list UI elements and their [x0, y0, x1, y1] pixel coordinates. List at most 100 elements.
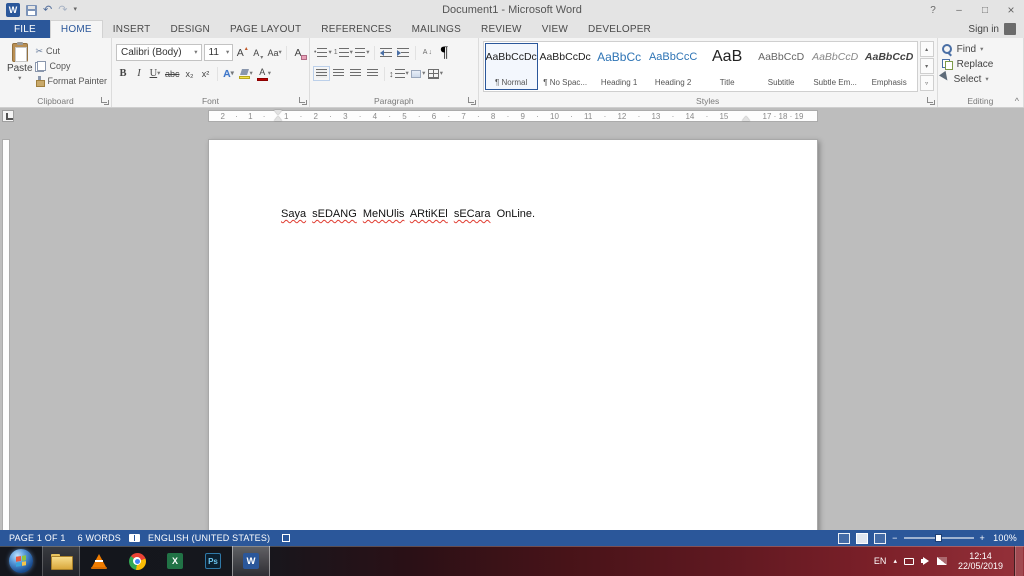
close-button[interactable]: ×	[998, 0, 1024, 20]
grow-font-button[interactable]: A ▴	[235, 45, 249, 61]
select-button[interactable]: Select ▾	[938, 70, 1019, 87]
font-color-button[interactable]: A ▾	[256, 66, 272, 82]
language-switcher[interactable]: EN	[874, 556, 887, 566]
document-word[interactable]: Saya	[281, 208, 306, 220]
sort-button[interactable]: A ↓	[420, 45, 435, 61]
volume-icon[interactable]	[920, 556, 930, 566]
taskbar-word-button[interactable]: W	[232, 546, 270, 576]
line-spacing-button[interactable]: ↕ ▾	[389, 66, 409, 82]
tab-mailings[interactable]: MAILINGS	[402, 20, 471, 38]
zoom-slider[interactable]	[903, 534, 974, 542]
page-indicator[interactable]: PAGE 1 OF 1	[3, 533, 72, 543]
tab-references[interactable]: REFERENCES	[311, 20, 401, 38]
proofing-status-icon[interactable]	[128, 534, 140, 542]
superscript-button[interactable]: x²	[199, 66, 213, 82]
taskbar-photoshop-button[interactable]: Ps	[194, 546, 232, 576]
first-line-indent-marker[interactable]	[274, 110, 282, 115]
document-word[interactable]: OnLine.	[497, 208, 536, 220]
zoom-level[interactable]: 100%	[991, 533, 1017, 543]
styles-dialog-launcher-icon[interactable]	[926, 96, 935, 105]
align-center-button[interactable]	[331, 66, 346, 82]
copy-button[interactable]: Copy	[35, 60, 107, 72]
help-button[interactable]: ?	[920, 0, 946, 20]
redo-icon[interactable]: ↷	[58, 3, 67, 17]
increase-indent-button[interactable]	[396, 45, 411, 61]
style-no-spacing[interactable]: AaBbCcDc ¶ No Spac...	[539, 43, 592, 90]
network-icon[interactable]	[936, 557, 947, 565]
zoom-out-button[interactable]: −	[892, 533, 897, 543]
justify-button[interactable]	[365, 66, 380, 82]
start-button[interactable]	[0, 546, 42, 576]
maximize-button[interactable]: □	[972, 0, 998, 20]
replace-button[interactable]: Replace	[941, 57, 1019, 72]
paste-dropdown-icon[interactable]: ▾	[18, 75, 21, 83]
minimize-button[interactable]: –	[946, 0, 972, 20]
style-title[interactable]: AaB Title	[701, 43, 754, 90]
style-normal[interactable]: AaBbCcDc ¶ Normal	[484, 43, 538, 90]
web-layout-button[interactable]	[874, 532, 887, 544]
read-mode-button[interactable]	[838, 532, 851, 544]
clear-formatting-button[interactable]: A	[291, 45, 307, 61]
font-size-dropdown-icon[interactable]: ▾	[223, 49, 229, 57]
zoom-slider-thumb[interactable]	[934, 534, 942, 542]
taskbar-clock[interactable]: 12:14 22/05/2019	[954, 551, 1007, 571]
save-icon[interactable]	[26, 4, 37, 16]
style-heading-2[interactable]: AaBbCcC Heading 2	[647, 43, 700, 90]
document-text-line[interactable]: Saya sEDANG MeNUlis ARtiKEl sECara OnLin…	[281, 208, 538, 220]
borders-button[interactable]: ▾	[427, 66, 443, 82]
taskbar-excel-button[interactable]: X	[156, 546, 194, 576]
shading-button[interactable]: ▾	[411, 66, 426, 82]
print-layout-button[interactable]	[856, 532, 869, 544]
numbering-button[interactable]: 1 ▾	[334, 45, 353, 61]
taskbar-vlc-button[interactable]	[80, 546, 118, 576]
right-indent-marker[interactable]	[742, 116, 750, 121]
tab-design[interactable]: DESIGN	[160, 20, 220, 38]
shrink-font-button[interactable]: A ▾	[251, 45, 265, 61]
style-subtle-emphasis[interactable]: AaBbCcD Subtle Em...	[809, 43, 862, 90]
horizontal-ruler[interactable]: 2 · 1 · 1 · 2 · 3 · 4 · 5 · 6 · 7 · 8 · …	[0, 108, 1024, 124]
tab-review[interactable]: REVIEW	[471, 20, 532, 38]
italic-button[interactable]: I	[132, 66, 146, 82]
font-name-combobox[interactable]: Calibri (Body) ▾	[116, 44, 202, 61]
tab-developer[interactable]: DEVELOPER	[578, 20, 661, 38]
collapse-ribbon-icon[interactable]: ^	[1015, 96, 1019, 106]
taskbar-explorer-button[interactable]	[42, 546, 80, 576]
underline-button[interactable]: U ▾	[148, 66, 162, 82]
strikethrough-button[interactable]: abc	[164, 66, 181, 82]
cut-button[interactable]: ✂ Cut	[35, 45, 107, 57]
decrease-indent-button[interactable]	[379, 45, 394, 61]
vertical-ruler[interactable]	[0, 124, 12, 530]
show-desktop-button[interactable]	[1014, 546, 1023, 576]
document-page[interactable]: Saya sEDANG MeNUlis ARtiKEl sECara OnLin…	[208, 139, 818, 530]
subscript-button[interactable]: x₂	[183, 66, 197, 82]
taskbar-chrome-button[interactable]	[118, 546, 156, 576]
find-button[interactable]: Find ▾	[941, 42, 1019, 57]
align-left-button[interactable]	[313, 66, 330, 82]
style-emphasis[interactable]: AaBbCcD Emphasis	[863, 43, 916, 90]
language-indicator[interactable]: ENGLISH (UNITED STATES)	[142, 533, 276, 543]
styles-scroll-up-icon[interactable]: ▴	[919, 41, 934, 57]
word-count[interactable]: 6 WORDS	[72, 533, 127, 543]
display-tray-icon[interactable]	[903, 557, 914, 565]
tab-stop-selector[interactable]	[2, 110, 14, 122]
styles-scroll-down-icon[interactable]: ▾	[919, 58, 934, 74]
style-heading-1[interactable]: AaBbCc Heading 1	[593, 43, 646, 90]
document-word[interactable]: MeNUlis	[363, 208, 405, 220]
highlight-button[interactable]: ▾	[238, 66, 254, 82]
tab-view[interactable]: VIEW	[532, 20, 578, 38]
tab-file[interactable]: FILE	[0, 20, 50, 38]
font-name-dropdown-icon[interactable]: ▾	[191, 49, 197, 57]
align-right-button[interactable]	[348, 66, 363, 82]
clipboard-dialog-launcher-icon[interactable]	[100, 96, 109, 105]
sign-in-button[interactable]: Sign in	[968, 20, 1024, 38]
format-painter-button[interactable]: Format Painter	[35, 75, 107, 87]
paste-button[interactable]: Paste ▾	[4, 41, 35, 93]
tab-insert[interactable]: INSERT	[103, 20, 161, 38]
multilevel-list-button[interactable]: ▾	[355, 45, 370, 61]
text-effects-button[interactable]: A ▾	[222, 66, 236, 82]
tab-home[interactable]: HOME	[49, 20, 103, 38]
font-dialog-launcher-icon[interactable]	[298, 96, 307, 105]
zoom-in-button[interactable]: +	[980, 533, 985, 543]
tab-page-layout[interactable]: PAGE LAYOUT	[220, 20, 311, 38]
document-word[interactable]: sEDANG	[312, 208, 357, 220]
